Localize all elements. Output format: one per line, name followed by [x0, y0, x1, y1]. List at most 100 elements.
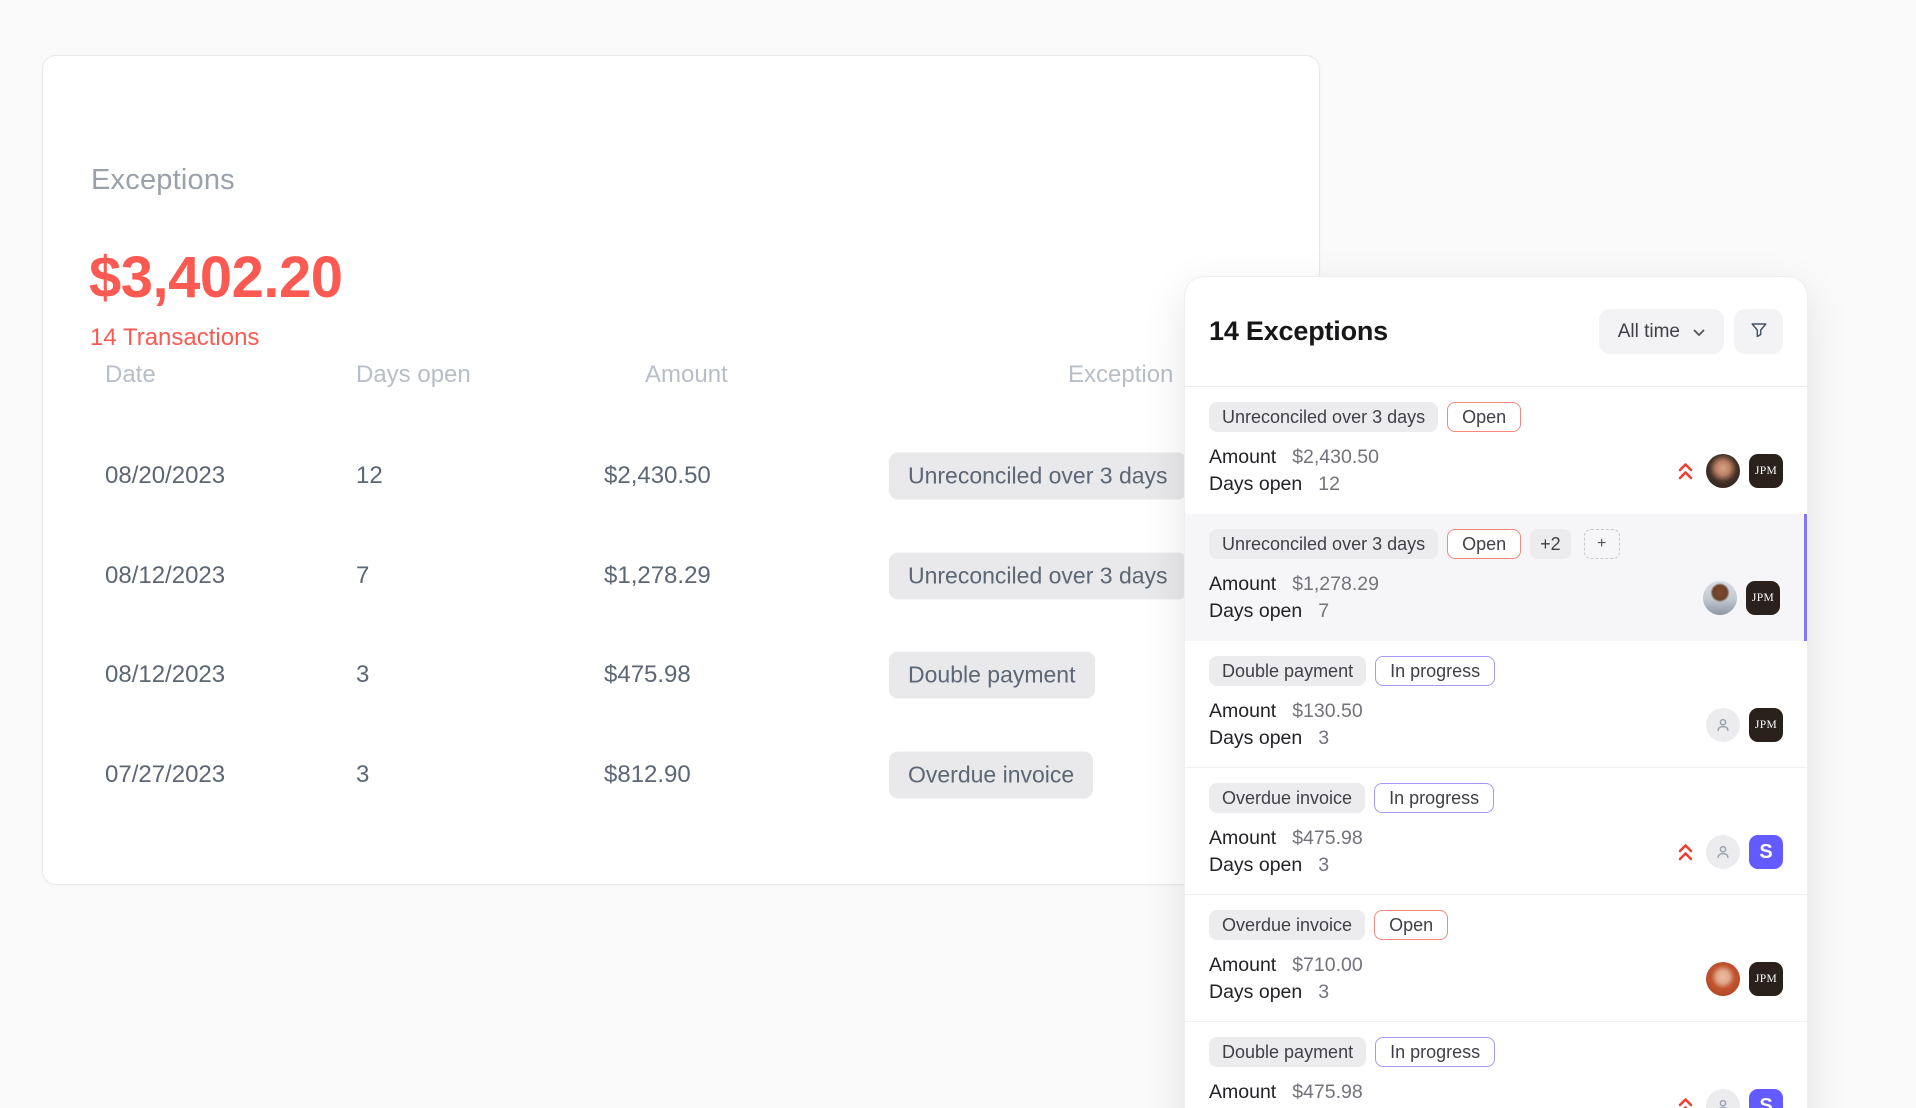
cell-date: 08/12/2023 — [105, 661, 225, 689]
table-row[interactable]: 08/12/2023 3 $475.98 Double payment — [43, 625, 1319, 725]
card-fields: Amount $475.98 Days open 3 — [1209, 827, 1363, 877]
chevron-down-icon — [1693, 321, 1705, 343]
card-fields: Amount $130.50 Days open 3 — [1209, 700, 1363, 750]
assignee-avatar — [1706, 962, 1740, 996]
pill-row: Unreconciled over 3 days Open +2 + — [1209, 529, 1780, 559]
column-header-amount: Amount — [645, 361, 728, 389]
person-icon — [1714, 716, 1732, 734]
extra-tags-count-pill[interactable]: +2 — [1530, 529, 1571, 559]
card-icons: S — [1677, 835, 1783, 869]
days-open-label: Days open — [1209, 473, 1302, 496]
assignee-avatar — [1703, 581, 1737, 615]
amount-value: $130.50 — [1292, 700, 1363, 723]
table-row[interactable]: 08/20/2023 12 $2,430.50 Unreconciled ove… — [43, 426, 1319, 526]
panel-title: 14 Exceptions — [1209, 316, 1388, 347]
time-filter-dropdown[interactable]: All time — [1599, 309, 1724, 354]
table-header: Date Days open Amount Exception — [43, 352, 1319, 398]
exception-card-selected[interactable]: Unreconciled over 3 days Open +2 + Amoun… — [1185, 514, 1807, 641]
card-icons: S — [1677, 1089, 1783, 1108]
days-open-value: 3 — [1318, 727, 1329, 750]
pill-row: Double payment In progress — [1209, 656, 1783, 686]
amount-label: Amount — [1209, 1081, 1276, 1104]
pill-row: Overdue invoice Open — [1209, 910, 1783, 940]
status-badge: In progress — [1375, 1037, 1495, 1067]
cell-date: 08/20/2023 — [105, 462, 225, 490]
column-header-exception: Exception — [1068, 361, 1173, 389]
card-fields: Amount$2,430.50 Days open12 — [1209, 446, 1379, 496]
exception-card[interactable]: Double payment In progress Amount $475.98… — [1185, 1022, 1807, 1108]
status-badge: Open — [1447, 529, 1521, 559]
panel-header-actions: All time — [1599, 309, 1783, 354]
status-badge: Open — [1447, 402, 1521, 432]
card-icons: JPM — [1677, 454, 1783, 488]
card-icons: JPM — [1706, 962, 1783, 996]
days-open-label: Days open — [1209, 981, 1302, 1004]
exception-card[interactable]: Overdue invoice Open Amount$710.00 Days … — [1185, 895, 1807, 1022]
exception-type-pill: Overdue invoice — [889, 752, 1093, 799]
filter-button[interactable] — [1734, 309, 1783, 354]
amount-label: Amount — [1209, 700, 1276, 723]
amount-label: Amount — [1209, 446, 1276, 469]
bank-badge-jpm: JPM — [1749, 454, 1783, 488]
total-exceptions-amount: $3,402.20 — [89, 244, 343, 311]
pill-row: Double payment In progress — [1209, 1037, 1783, 1067]
table-row[interactable]: 08/12/2023 7 $1,278.29 Unreconciled over… — [43, 526, 1319, 626]
person-icon — [1714, 1097, 1732, 1108]
column-header-days-open: Days open — [356, 361, 471, 389]
double-chevron-up-icon — [1677, 841, 1694, 863]
exception-type-pill: Unreconciled over 3 days — [889, 453, 1187, 500]
card-title: Exceptions — [91, 164, 235, 197]
amount-value: $475.98 — [1292, 1081, 1363, 1104]
exceptions-detail-panel: 14 Exceptions All time Unreconciled ove — [1184, 276, 1808, 1108]
cell-date: 08/12/2023 — [105, 562, 225, 590]
days-open-value: 3 — [1318, 981, 1329, 1004]
person-icon — [1714, 843, 1732, 861]
funnel-icon — [1749, 320, 1769, 343]
cell-days-open: 3 — [356, 661, 369, 689]
exception-card[interactable]: Unreconciled over 3 days Open Amount$2,4… — [1185, 387, 1807, 514]
pill-row: Overdue invoice In progress — [1209, 783, 1783, 813]
unassigned-avatar — [1706, 708, 1740, 742]
add-tag-button[interactable]: + — [1584, 529, 1620, 559]
exception-card[interactable]: Overdue invoice In progress Amount $475.9… — [1185, 768, 1807, 895]
cell-date: 07/27/2023 — [105, 761, 225, 789]
cell-amount: $475.98 — [604, 661, 691, 689]
exception-type-pill: Overdue invoice — [1209, 910, 1365, 940]
pill-row: Unreconciled over 3 days Open — [1209, 402, 1783, 432]
card-fields: Amount$475.98 Days open3 — [1209, 1081, 1363, 1108]
transactions-count: 14 Transactions — [90, 324, 259, 352]
status-badge: In progress — [1374, 783, 1494, 813]
amount-value: $710.00 — [1292, 954, 1363, 977]
cell-days-open: 7 — [356, 562, 369, 590]
bank-badge-jpm: JPM — [1746, 581, 1780, 615]
time-filter-label: All time — [1618, 321, 1680, 343]
days-open-label: Days open — [1209, 854, 1302, 877]
exception-card[interactable]: Double payment In progress Amount $130.50… — [1185, 641, 1807, 768]
column-header-date: Date — [105, 361, 156, 389]
days-open-value: 3 — [1318, 854, 1329, 877]
double-chevron-up-icon — [1677, 460, 1694, 482]
stripe-badge: S — [1749, 1089, 1783, 1108]
amount-label: Amount — [1209, 827, 1276, 850]
days-open-label: Days open — [1209, 727, 1302, 750]
exceptions-summary-card: Exceptions $3,402.20 14 Transactions Dat… — [42, 55, 1320, 885]
amount-value: $475.98 — [1292, 827, 1363, 850]
stripe-badge: S — [1749, 835, 1783, 869]
table-row[interactable]: 07/27/2023 3 $812.90 Overdue invoice — [43, 725, 1319, 825]
dashboard-stage: Exceptions $3,402.20 14 Transactions Dat… — [0, 0, 1916, 1108]
cell-amount: $1,278.29 — [604, 562, 711, 590]
status-badge: In progress — [1375, 656, 1495, 686]
days-open-label: Days open — [1209, 600, 1302, 623]
exception-type-pill: Double payment — [1209, 1037, 1366, 1067]
exception-type-pill: Overdue invoice — [1209, 783, 1365, 813]
assignee-avatar — [1706, 454, 1740, 488]
unassigned-avatar — [1706, 835, 1740, 869]
card-fields: Amount$1,278.29 Days open7 — [1209, 573, 1379, 623]
cell-amount: $812.90 — [604, 761, 691, 789]
days-open-value: 12 — [1318, 473, 1340, 496]
exception-type-pill: Double payment — [1209, 656, 1366, 686]
exception-type-pill: Unreconciled over 3 days — [1209, 529, 1438, 559]
cell-amount: $2,430.50 — [604, 462, 711, 490]
bank-badge-jpm: JPM — [1749, 962, 1783, 996]
card-fields: Amount$710.00 Days open3 — [1209, 954, 1363, 1004]
